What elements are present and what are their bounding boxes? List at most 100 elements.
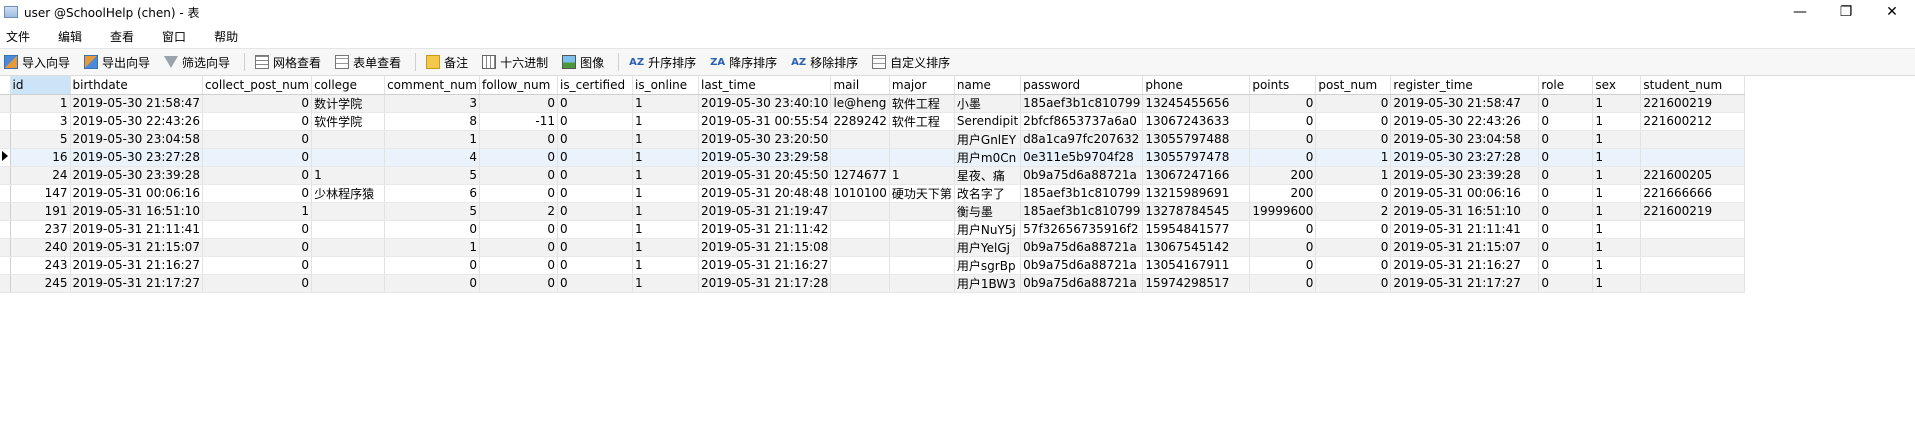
cell-points[interactable]: 0 xyxy=(1249,238,1317,257)
cell-college[interactable] xyxy=(311,220,386,239)
row-indicator[interactable] xyxy=(0,220,11,239)
cell-password[interactable]: 2bfcf8653737a6a0 xyxy=(1020,112,1144,131)
cell-sex[interactable]: 1 xyxy=(1592,274,1642,293)
cell-is-online[interactable]: 1 xyxy=(632,94,699,113)
cell-register-time[interactable]: 2019-05-30 23:04:58 xyxy=(1390,130,1540,149)
cell-id[interactable]: 147 xyxy=(10,184,71,203)
cell-follow-num[interactable]: 0 xyxy=(479,130,558,149)
cell-major[interactable]: 硬功天下第 xyxy=(889,184,955,203)
cell-role[interactable]: 0 xyxy=(1538,274,1594,293)
cell-follow-num[interactable]: 0 xyxy=(479,274,558,293)
cell-follow-num[interactable]: 0 xyxy=(479,148,558,167)
cell-student-num[interactable]: 221600205 xyxy=(1640,166,1746,185)
cell-password[interactable]: 185aef3b1c810799 xyxy=(1020,94,1144,113)
column-header-phone[interactable]: phone xyxy=(1142,76,1251,95)
cell-password[interactable]: 0b9a75d6a88721a xyxy=(1020,166,1144,185)
cell-name[interactable]: 改名字了 xyxy=(954,184,1022,203)
cell-password[interactable]: 57f32656735916f2 xyxy=(1020,220,1144,239)
cell-sex[interactable]: 1 xyxy=(1592,130,1642,149)
cell-name[interactable]: 用户sgrBp xyxy=(954,256,1022,275)
cell-name[interactable]: 衡与墨 xyxy=(954,202,1022,221)
cell-major[interactable] xyxy=(889,220,955,239)
cell-college[interactable] xyxy=(311,148,386,167)
cell-comment-num[interactable]: 4 xyxy=(384,148,480,167)
cell-comment-num[interactable]: 8 xyxy=(384,112,480,131)
cell-student-num[interactable]: 221600219 xyxy=(1640,94,1746,113)
cell-follow-num[interactable]: 0 xyxy=(479,220,558,239)
cell-name[interactable]: 用户m0Cn xyxy=(954,148,1022,167)
cell-role[interactable]: 0 xyxy=(1538,202,1594,221)
table-row[interactable]: 240 2019-05-31 21:15:07 0 1 0 0 1 2019-05-31 21… xyxy=(0,238,1746,257)
cell-name[interactable]: 用户GnlEY xyxy=(954,130,1022,149)
cell-mail[interactable] xyxy=(830,130,890,149)
data-grid[interactable]: id birthdate collect_post_num college commen… xyxy=(0,76,1915,434)
cell-last-time[interactable]: 2019-05-30 23:29:58 xyxy=(698,148,832,167)
column-header-password[interactable]: password xyxy=(1020,76,1144,95)
cell-collect-post-num[interactable]: 0 xyxy=(202,166,313,185)
import-wizard-button[interactable]: 导入向导 xyxy=(4,54,70,71)
row-indicator[interactable] xyxy=(0,94,11,113)
cell-follow-num[interactable]: 0 xyxy=(479,256,558,275)
remove-sort-button[interactable]: AZ 移除排序 xyxy=(791,54,858,71)
cell-name[interactable]: 用户NuY5j xyxy=(954,220,1022,239)
row-indicator[interactable] xyxy=(0,112,11,131)
cell-phone[interactable]: 13067243633 xyxy=(1142,112,1251,131)
cell-phone[interactable]: 13054167911 xyxy=(1142,256,1251,275)
cell-comment-num[interactable]: 0 xyxy=(384,274,480,293)
cell-points[interactable]: 200 xyxy=(1249,184,1317,203)
cell-college[interactable]: 软件学院 xyxy=(311,112,386,131)
column-header-is-certified[interactable]: is_certified xyxy=(557,76,633,95)
row-indicator[interactable] xyxy=(0,256,11,275)
cell-college[interactable]: 1 xyxy=(311,166,386,185)
cell-sex[interactable]: 1 xyxy=(1592,94,1642,113)
cell-birthdate[interactable]: 2019-05-30 22:43:26 xyxy=(70,112,203,131)
cell-last-time[interactable]: 2019-05-31 21:17:28 xyxy=(698,274,832,293)
cell-major[interactable] xyxy=(889,148,955,167)
cell-collect-post-num[interactable]: 0 xyxy=(202,220,313,239)
sort-ascending-button[interactable]: AZ 升序排序 xyxy=(629,54,696,71)
table-row[interactable]: 1 2019-05-30 21:58:47 0 数计学院 3 0 0 1 2019-05-30 … xyxy=(0,94,1746,113)
cell-is-online[interactable]: 1 xyxy=(632,184,699,203)
cell-post-num[interactable]: 1 xyxy=(1315,148,1392,167)
cell-is-online[interactable]: 1 xyxy=(632,256,699,275)
cell-role[interactable]: 0 xyxy=(1538,220,1594,239)
cell-last-time[interactable]: 2019-05-31 00:55:54 xyxy=(698,112,832,131)
cell-post-num[interactable]: 0 xyxy=(1315,184,1392,203)
table-row[interactable]: 243 2019-05-31 21:16:27 0 0 0 0 1 2019-05-31 21… xyxy=(0,256,1746,275)
row-indicator[interactable] xyxy=(0,274,11,293)
cell-is-certified[interactable]: 0 xyxy=(557,94,633,113)
cell-post-num[interactable]: 0 xyxy=(1315,256,1392,275)
cell-mail[interactable]: le@heng xyxy=(830,94,890,113)
column-header-last-time[interactable]: last_time xyxy=(698,76,832,95)
column-header-college[interactable]: college xyxy=(311,76,386,95)
cell-register-time[interactable]: 2019-05-31 21:11:41 xyxy=(1390,220,1540,239)
cell-post-num[interactable]: 0 xyxy=(1315,94,1392,113)
grid-view-button[interactable]: 网格查看 xyxy=(255,54,321,71)
cell-mail[interactable] xyxy=(830,220,890,239)
menu-view[interactable]: 查看 xyxy=(110,28,134,45)
cell-id[interactable]: 5 xyxy=(10,130,71,149)
cell-birthdate[interactable]: 2019-05-31 00:06:16 xyxy=(70,184,203,203)
cell-collect-post-num[interactable]: 0 xyxy=(202,238,313,257)
cell-student-num[interactable] xyxy=(1640,238,1746,257)
row-indicator[interactable] xyxy=(0,130,11,149)
column-header-student-num[interactable]: student_num xyxy=(1640,76,1746,95)
cell-name[interactable]: 用户1BW3 xyxy=(954,274,1022,293)
cell-post-num[interactable]: 2 xyxy=(1315,202,1392,221)
cell-student-num[interactable] xyxy=(1640,130,1746,149)
cell-id[interactable]: 16 xyxy=(10,148,71,167)
cell-post-num[interactable]: 0 xyxy=(1315,274,1392,293)
cell-comment-num[interactable]: 3 xyxy=(384,94,480,113)
cell-mail[interactable] xyxy=(830,256,890,275)
table-row[interactable]: 5 2019-05-30 23:04:58 0 1 0 0 1 2019-05-30 23:2… xyxy=(0,130,1746,149)
cell-phone[interactable]: 13245455656 xyxy=(1142,94,1251,113)
table-row[interactable]: 191 2019-05-31 16:51:10 1 5 2 0 1 2019-05-31 21… xyxy=(0,202,1746,221)
table-row[interactable]: 237 2019-05-31 21:11:41 0 0 0 0 1 2019-05-31 21… xyxy=(0,220,1746,239)
cell-collect-post-num[interactable]: 0 xyxy=(202,130,313,149)
cell-is-online[interactable]: 1 xyxy=(632,112,699,131)
cell-last-time[interactable]: 2019-05-30 23:40:10 xyxy=(698,94,832,113)
cell-role[interactable]: 0 xyxy=(1538,112,1594,131)
cell-id[interactable]: 237 xyxy=(10,220,71,239)
cell-collect-post-num[interactable]: 0 xyxy=(202,94,313,113)
cell-college[interactable] xyxy=(311,130,386,149)
